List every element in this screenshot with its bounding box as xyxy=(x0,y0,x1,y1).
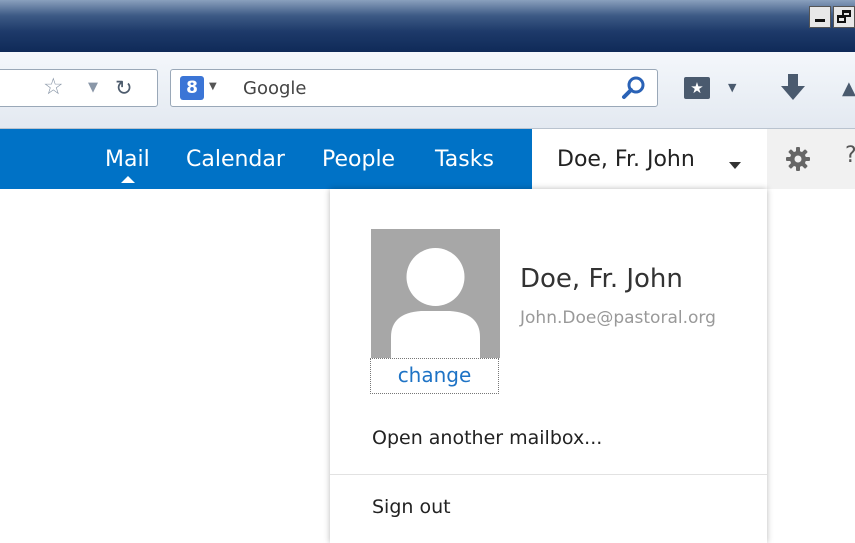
nav-mail[interactable]: Mail xyxy=(105,147,150,172)
bookmark-star-icon[interactable]: ☆ xyxy=(43,74,64,100)
user-name-label: Doe, Fr. John xyxy=(557,147,695,172)
restore-button[interactable] xyxy=(833,6,855,28)
app-navbar: Mail Calendar People Tasks xyxy=(0,129,532,189)
download-icon[interactable] xyxy=(779,72,807,108)
window-controls xyxy=(807,6,855,28)
open-another-mailbox-item[interactable]: Open another mailbox... xyxy=(372,427,602,449)
nav-tasks[interactable]: Tasks xyxy=(435,147,494,172)
chevron-down-icon xyxy=(729,162,741,169)
selected-nav-indicator xyxy=(121,176,135,183)
search-placeholder[interactable]: Google xyxy=(243,78,306,99)
account-name: Doe, Fr. John xyxy=(520,264,683,294)
search-bar[interactable]: 8 ▼ Google xyxy=(170,69,658,107)
nav-calendar[interactable]: Calendar xyxy=(186,147,285,172)
account-email: John.Doe@pastoral.org xyxy=(520,308,716,328)
bookmarks-dropdown-icon[interactable]: ▼ xyxy=(728,81,736,94)
bookmarks-icon[interactable]: ★ xyxy=(684,77,710,99)
user-menu-button[interactable]: Doe, Fr. John xyxy=(532,129,767,189)
menu-divider xyxy=(330,474,767,475)
change-photo-link[interactable]: change xyxy=(370,358,499,394)
window-titlebar xyxy=(0,0,855,52)
search-icon[interactable] xyxy=(621,75,647,105)
url-bar[interactable]: ☆ ▼ ↻ xyxy=(0,69,158,107)
settings-area: ? xyxy=(767,129,855,189)
reload-icon[interactable]: ↻ xyxy=(115,76,133,100)
avatar xyxy=(371,229,500,358)
nav-people[interactable]: People xyxy=(322,147,395,172)
google-icon[interactable]: 8 xyxy=(180,76,204,100)
gear-icon[interactable] xyxy=(785,146,811,176)
minimize-button[interactable] xyxy=(809,6,831,28)
more-icon[interactable]: ▲ xyxy=(842,78,855,99)
engine-dropdown-icon[interactable]: ▼ xyxy=(209,81,217,92)
dropmarker-icon[interactable]: ▼ xyxy=(88,80,98,95)
help-icon[interactable]: ? xyxy=(845,143,855,168)
browser-toolbar: ☆ ▼ ↻ 8 ▼ Google ★ ▼ ▲ xyxy=(0,52,855,129)
sign-out-item[interactable]: Sign out xyxy=(372,496,451,518)
account-dropdown: change Doe, Fr. John John.Doe@pastoral.o… xyxy=(330,189,767,543)
